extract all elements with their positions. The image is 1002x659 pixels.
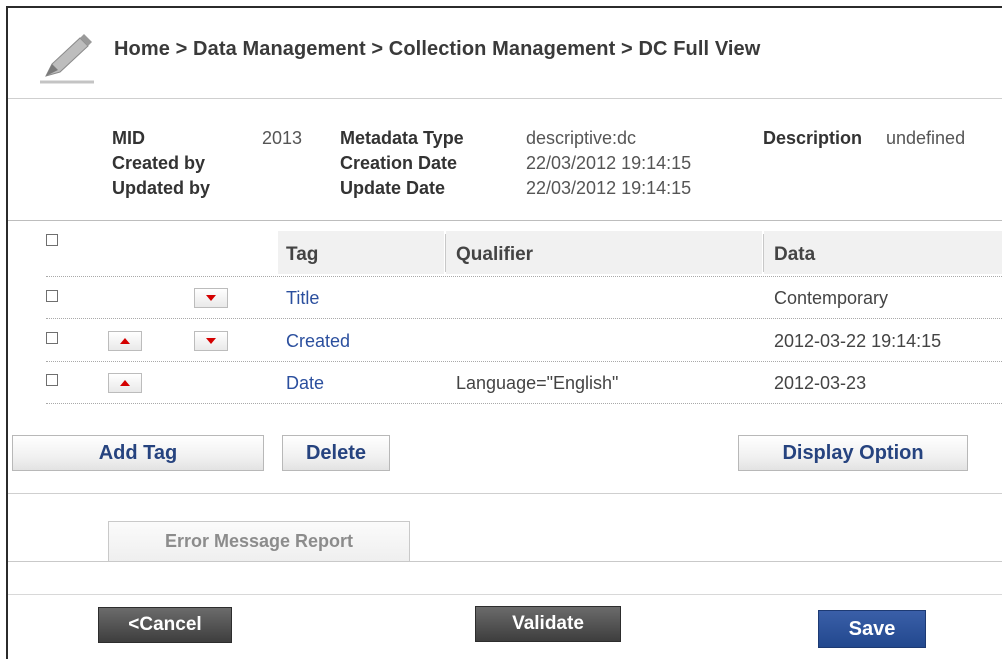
row-checkbox[interactable]: [46, 332, 58, 344]
creation-date-value: 22/03/2012 19:14:15: [526, 153, 692, 173]
row-divider: [46, 361, 1002, 362]
display-option-button[interactable]: Display Option: [738, 435, 968, 471]
arrow-down-icon: [206, 295, 216, 301]
row-divider: [46, 276, 1002, 277]
save-button[interactable]: Save: [818, 610, 926, 648]
tag-header-label: Tag: [286, 244, 319, 265]
creation-date-label: Creation Date: [340, 153, 458, 173]
delete-button[interactable]: Delete: [282, 435, 390, 471]
tab-baseline: [8, 561, 1002, 562]
data-cell: 2012-03-23: [774, 373, 867, 393]
qualifier-cell: Language="English": [456, 373, 619, 393]
updated-by-label: Updated by: [112, 178, 211, 198]
mid-value: 2013: [262, 128, 303, 148]
row-divider: [46, 403, 1002, 404]
move-up-button[interactable]: [108, 331, 142, 351]
validate-button[interactable]: Validate: [475, 606, 621, 642]
qualifier-header-label: Qualifier: [456, 244, 534, 265]
arrow-down-icon: [206, 338, 216, 344]
tag-link-date[interactable]: Date: [286, 373, 324, 394]
data-cell: 2012-03-22 19:14:15: [774, 331, 942, 351]
add-tag-button[interactable]: Add Tag: [12, 435, 264, 471]
update-date-label: Update Date: [340, 178, 446, 198]
mid-label: MID: [112, 128, 145, 148]
cancel-button[interactable]: <Cancel: [98, 607, 232, 643]
divider: [8, 594, 1002, 595]
move-down-button[interactable]: [194, 331, 228, 351]
divider: [8, 220, 1002, 221]
select-all-checkbox[interactable]: [46, 234, 58, 246]
update-date-value: 22/03/2012 19:14:15: [526, 178, 692, 198]
metadata-type-label: Metadata Type: [340, 128, 464, 148]
column-separator: [763, 234, 764, 272]
row-divider: [46, 318, 1002, 319]
tag-link-created[interactable]: Created: [286, 331, 350, 352]
move-down-button[interactable]: [194, 288, 228, 308]
row-checkbox[interactable]: [46, 290, 58, 302]
column-separator: [445, 234, 446, 272]
description-label: Description: [763, 128, 863, 148]
data-cell: Contemporary: [774, 288, 889, 308]
dc-full-view-panel: Home > Data Management > Collection Mana…: [6, 6, 1002, 659]
divider: [8, 98, 1002, 99]
tag-link-title[interactable]: Title: [286, 288, 319, 309]
arrow-up-icon: [120, 338, 130, 344]
description-value: undefined: [886, 128, 966, 148]
move-up-button[interactable]: [108, 373, 142, 393]
created-by-label: Created by: [112, 153, 206, 173]
metadata-type-value: descriptive:dc: [526, 128, 637, 148]
divider: [8, 493, 1002, 494]
arrow-up-icon: [120, 380, 130, 386]
row-checkbox[interactable]: [46, 374, 58, 386]
pencil-icon: [40, 34, 94, 84]
tab-error-message-report[interactable]: Error Message Report: [108, 521, 410, 561]
data-header-label: Data: [774, 244, 816, 265]
page-header: Home > Data Management > Collection Mana…: [8, 8, 1002, 98]
breadcrumb: Home > Data Management > Collection Mana…: [114, 38, 761, 60]
